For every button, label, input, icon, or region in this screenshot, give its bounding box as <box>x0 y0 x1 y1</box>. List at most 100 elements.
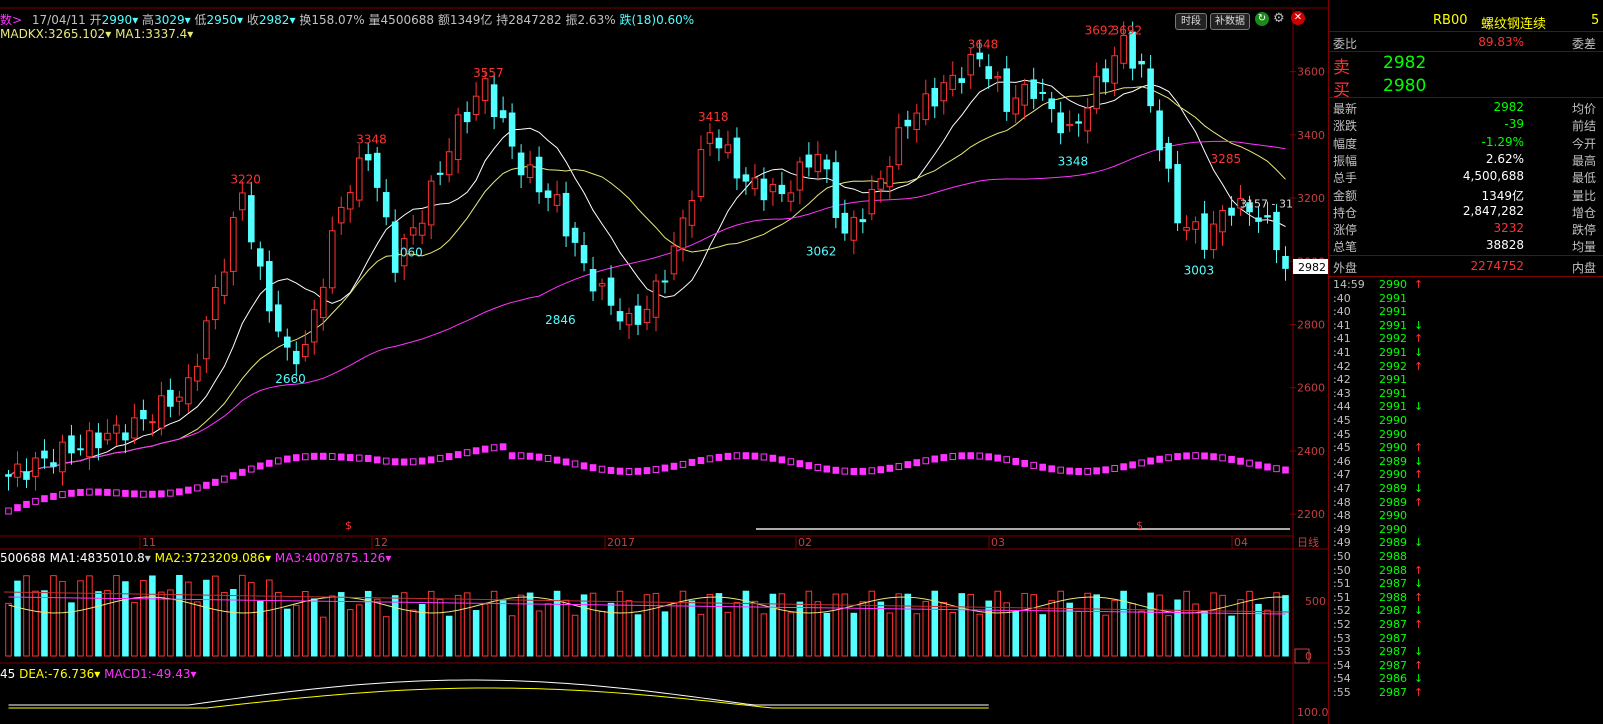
candle-body <box>769 183 777 193</box>
tick-price: 2991 <box>1379 318 1407 332</box>
volume-bar <box>131 601 138 657</box>
volume-bar <box>239 574 246 657</box>
volume-bar <box>571 614 579 657</box>
candle-body <box>319 286 327 319</box>
candle-body <box>778 184 786 195</box>
candle-body <box>176 396 183 402</box>
extreme-price-label: 3418 <box>698 110 729 124</box>
close-icon[interactable]: ✕ <box>1291 11 1305 25</box>
volume-bar <box>544 603 552 657</box>
volume-bar <box>68 602 75 657</box>
volume-bar <box>248 581 255 657</box>
period-button[interactable]: 时段 <box>1175 13 1207 30</box>
refresh-icon[interactable]: ↻ <box>1255 12 1269 26</box>
tick-time: 14:59 <box>1333 278 1365 291</box>
candle-body <box>382 192 390 218</box>
amount-value: 额1349亿 <box>437 13 493 27</box>
settings-icon[interactable]: ⚙ <box>1273 12 1287 26</box>
stat-right-label: 最高 <box>1571 153 1596 168</box>
tick-price: 2987 <box>1379 645 1407 659</box>
volume-bar <box>1030 594 1037 657</box>
volume-bar <box>113 575 120 657</box>
date-axis-label: 12 <box>374 536 388 549</box>
volume-bar <box>95 591 102 657</box>
volume-bar <box>760 613 768 657</box>
stat-value: -1.29% <box>1481 134 1524 149</box>
volume-bar <box>391 595 399 657</box>
volume-bar <box>1021 592 1028 657</box>
volume-bar <box>1201 610 1208 657</box>
madkx-bar <box>625 468 633 476</box>
tick-price: 2988 <box>1379 590 1407 604</box>
volume-bar <box>805 590 813 657</box>
candle-body <box>949 74 957 90</box>
volume-bar <box>787 612 795 657</box>
tick-price: 2987 <box>1379 686 1407 699</box>
volume-bar <box>967 593 975 657</box>
candle-body <box>1057 112 1064 134</box>
candle-body <box>652 280 660 318</box>
tick-direction: ↓ <box>1414 318 1424 332</box>
madkx-bar <box>670 462 678 470</box>
volume-bar <box>814 601 822 657</box>
low-label: 低 <box>194 13 207 27</box>
candle-body <box>508 112 516 147</box>
tick-price: 2992 <box>1379 332 1407 346</box>
stat-label: 总手 <box>1333 171 1358 186</box>
candle-body <box>571 227 579 243</box>
stat-value: 2.62% <box>1485 151 1524 166</box>
tick-row: :49 2989 ↓ <box>1329 536 1603 550</box>
tick-row: 14:59 2990 ↑ <box>1329 278 1603 292</box>
candle-body <box>751 177 759 190</box>
madkx-bar <box>598 465 606 473</box>
volume-bar <box>32 590 39 657</box>
candle-body <box>859 219 867 223</box>
tick-price: 2988 <box>1379 550 1407 563</box>
madkx-bar <box>266 459 273 467</box>
madkx-bar <box>796 460 804 468</box>
tick-time: :50 <box>1333 550 1351 563</box>
stat-row: 总手 4,500,688 最低 <box>1329 168 1603 186</box>
close-value: 2982 <box>258 13 290 27</box>
tick-price: 2986 <box>1379 672 1407 686</box>
tick-row: :40 2991 <box>1329 305 1603 319</box>
supplement-data-button[interactable]: 补数据 <box>1210 13 1250 30</box>
tick-price: 2991 <box>1379 305 1407 319</box>
madkx-bar <box>77 488 84 496</box>
madkx-bar <box>652 466 660 474</box>
candle-body <box>850 216 858 241</box>
volume-bar <box>508 615 516 657</box>
tick-time: :51 <box>1333 577 1351 591</box>
madkx-bar <box>1273 465 1280 473</box>
candle-body <box>994 76 1002 79</box>
candle-body <box>212 287 219 321</box>
tick-price: 2991 <box>1379 291 1407 305</box>
buy-row: 买 2980 <box>1329 75 1603 101</box>
madkx-bar <box>841 467 849 475</box>
madkx-bar <box>310 452 318 460</box>
volume-bar <box>292 604 300 657</box>
volume-bar <box>940 601 948 657</box>
candle-body <box>976 52 984 60</box>
tick-row: :55 2987 ↑ <box>1329 686 1603 700</box>
indicator-prefix: 数> <box>0 13 23 27</box>
madkx-bar <box>1075 467 1082 475</box>
candle-body <box>679 217 687 249</box>
kline-chart-area[interactable]: 3600340032003000280026002400220029823220… <box>0 0 1328 724</box>
madkx-bar <box>706 455 714 463</box>
volume-bar <box>643 594 651 657</box>
tick-time: :52 <box>1333 618 1351 631</box>
volume-bar <box>283 608 291 657</box>
volume-bar <box>535 610 543 657</box>
madkx-bar <box>373 456 381 464</box>
volume-bar <box>436 599 444 657</box>
tick-price: 2991 <box>1379 373 1407 387</box>
dollar-marker: $ <box>345 519 352 532</box>
tick-time: :41 <box>1333 346 1351 359</box>
tick-row: :53 2987 ↓ <box>1329 645 1603 659</box>
madkx-bar <box>616 467 624 475</box>
madkx-bar <box>113 489 120 497</box>
madkx-bar <box>1039 463 1046 471</box>
volume-bar <box>589 592 597 657</box>
madkx-bar <box>1030 461 1037 469</box>
